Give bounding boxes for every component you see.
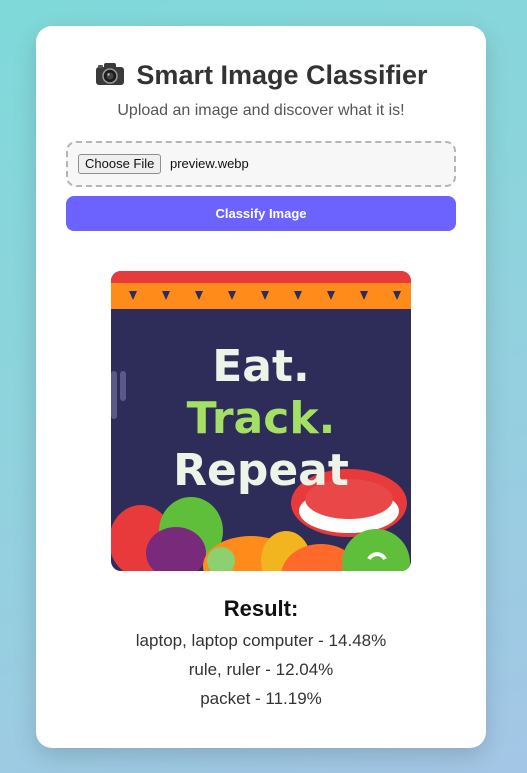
preview-line-eat: Eat. <box>212 341 310 392</box>
result-item: laptop, laptop computer - 14.48% <box>135 631 387 650</box>
result-item: rule, ruler - 12.04% <box>188 660 334 679</box>
result-item: packet - 11.19% <box>200 689 322 708</box>
classify-image-button[interactable]: Classify Image <box>66 196 456 231</box>
result-list: laptop, laptop computer - 14.48% rule, r… <box>36 631 486 718</box>
preview-line-repeat: Repeat <box>173 445 349 496</box>
file-upload-area[interactable]: Choose File preview.webp <box>66 141 456 187</box>
choose-file-button[interactable]: Choose File <box>78 154 162 174</box>
classifier-card: Smart Image Classifier Upload an image a… <box>36 26 486 748</box>
page-title: Smart Image Classifier <box>36 60 486 94</box>
camera-icon <box>94 61 126 94</box>
selected-file-name: preview.webp <box>170 156 249 171</box>
result-heading: Result: <box>223 596 299 621</box>
title-text: Smart Image Classifier <box>136 60 428 90</box>
subtitle: Upload an image and discover what it is! <box>117 102 405 119</box>
image-preview: Eat. Track. Repeat <box>111 271 411 571</box>
preview-line-track: Track. <box>186 393 336 444</box>
